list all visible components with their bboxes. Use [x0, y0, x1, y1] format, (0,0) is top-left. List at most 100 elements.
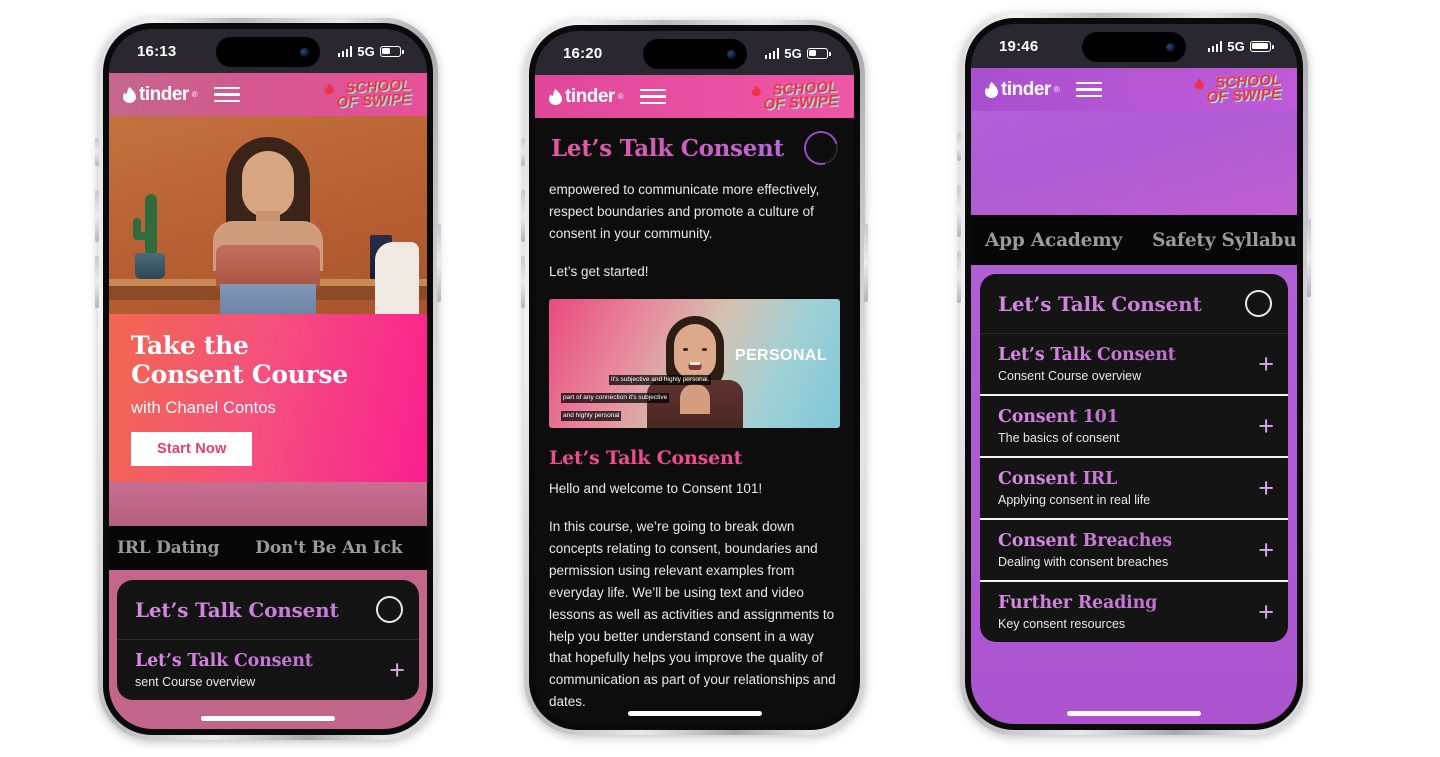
- phone2-volume-down-button[interactable]: [521, 256, 525, 308]
- accordion-row[interactable]: Let’s Talk Consent Consent Course overvi…: [980, 334, 1288, 396]
- accordion-row[interactable]: Consent Breaches Dealing with consent br…: [980, 520, 1288, 582]
- front-camera-icon: [726, 49, 736, 59]
- lesson-video-player[interactable]: PERSONAL it's subjective and highly pers…: [549, 299, 840, 429]
- phone-1: 16:13 5G tinder ® SCHOOL OF SWIPE Take t…: [95, 18, 441, 740]
- phone3-app-header: tinder ® SCHOOL OF SWIPE: [971, 68, 1297, 111]
- phone3-card-header: Let’s Talk Consent: [980, 274, 1288, 334]
- phone3-course-card: Let’s Talk Consent Let’s Talk Consent Co…: [980, 274, 1288, 642]
- home-indicator[interactable]: [1067, 711, 1201, 716]
- phone2-lesson-header: Let’s Talk Consent: [549, 118, 845, 179]
- phone1-gradient-spacer: [109, 482, 427, 526]
- sos-flame-icon: [1194, 77, 1204, 90]
- signal-bars-icon: [337, 45, 353, 57]
- signal-bars-icon: [1207, 40, 1223, 52]
- phone3-volume-down-button[interactable]: [957, 251, 961, 303]
- phone3-status-bar: 19:46 5G: [971, 24, 1297, 68]
- hero-title: Take the Consent Course: [131, 331, 405, 389]
- tab-app-academy[interactable]: App Academy: [985, 230, 1122, 251]
- video-caption-line-3: and highly personal: [561, 411, 622, 421]
- accordion-row-title: Consent IRL: [998, 469, 1150, 489]
- tinder-logo[interactable]: tinder ®: [123, 84, 198, 106]
- front-camera-icon: [300, 47, 309, 57]
- sos-flame-icon: [751, 84, 761, 97]
- accordion-row[interactable]: Consent 101 The basics of consent +: [980, 396, 1288, 458]
- phone1-tab-bar: IRL Dating Don't Be An Ick Da: [109, 526, 427, 570]
- accordion-row-desc: Applying consent in real life: [998, 493, 1151, 507]
- sos-line-2: OF SWIPE: [336, 90, 412, 112]
- signal-bars-icon: [764, 47, 780, 59]
- phone3-power-button[interactable]: [1307, 219, 1311, 297]
- phone1-mute-button[interactable]: [95, 138, 99, 166]
- hero-title-line-1: Take the: [131, 331, 249, 360]
- phone1-power-button[interactable]: [437, 224, 441, 302]
- phone3-mute-button[interactable]: [957, 133, 961, 161]
- phone2-volume-up-button[interactable]: [521, 190, 525, 242]
- menu-hamburger-icon[interactable]: [639, 88, 666, 105]
- progress-ring-icon: [797, 124, 845, 172]
- phone3-volume-up-button[interactable]: [957, 185, 961, 237]
- phone1-hero-image: [109, 116, 427, 314]
- menu-hamburger-icon[interactable]: [213, 86, 240, 103]
- home-indicator[interactable]: [627, 711, 762, 716]
- plus-icon[interactable]: +: [1258, 598, 1274, 626]
- dynamic-island: [642, 39, 747, 69]
- dynamic-island: [216, 37, 320, 67]
- phone1-status-indicators: 5G: [337, 43, 404, 59]
- phone2-welcome-line: Hello and welcome to Consent 101!: [549, 481, 763, 497]
- hero-title-line-2: Consent Course: [131, 359, 348, 389]
- video-overlay-word: PERSONAL: [734, 347, 827, 365]
- tinder-flame-icon: [985, 81, 998, 98]
- plus-icon[interactable]: +: [389, 656, 405, 684]
- hero-plant-pot: [135, 253, 165, 279]
- phone1-volume-down-button[interactable]: [95, 256, 99, 308]
- school-of-swipe-logo[interactable]: SCHOOL OF SWIPE: [324, 76, 415, 112]
- sos-line-2: OF SWIPE: [763, 92, 839, 114]
- plus-icon[interactable]: +: [1258, 474, 1274, 502]
- accordion-row-title: Consent 101: [998, 407, 1119, 427]
- tab-dont-be-an-ick[interactable]: Don't Be An Ick: [255, 538, 402, 558]
- plus-icon[interactable]: +: [1258, 536, 1274, 564]
- tinder-wordmark: tinder: [565, 85, 615, 107]
- accordion-row[interactable]: Consent IRL Applying consent in real lif…: [980, 458, 1288, 520]
- phone2-course-description: In this course, we’re going to break dow…: [549, 519, 836, 710]
- phone3-status-time: 19:46: [999, 37, 1039, 55]
- phone1-course-card: Let’s Talk Consent Let’s Talk Consent se…: [117, 580, 419, 700]
- tinder-registered-mark: ®: [1053, 85, 1060, 94]
- hero-chair: [375, 242, 419, 314]
- school-of-swipe-logo[interactable]: SCHOOL OF SWIPE: [751, 78, 842, 114]
- school-of-swipe-logo[interactable]: SCHOOL OF SWIPE: [1194, 71, 1285, 107]
- phone3-purple-banner: [971, 111, 1297, 215]
- phone2-power-button[interactable]: [864, 224, 868, 302]
- accordion-row-desc: Consent Course overview: [998, 369, 1142, 383]
- battery-icon: [807, 47, 831, 59]
- tinder-logo[interactable]: tinder ®: [985, 79, 1060, 101]
- phone2-intro-paragraph: empowered to communicate more effectivel…: [549, 182, 820, 241]
- video-captions: it's subjective and highly personal. par…: [549, 368, 840, 422]
- accordion-row[interactable]: Let’s Talk Consent sent Course overview …: [117, 640, 419, 700]
- phone1-volume-up-button[interactable]: [95, 190, 99, 242]
- phone2-get-started-line: Let’s get started!: [549, 263, 649, 279]
- phone1-network-label: 5G: [357, 43, 375, 59]
- tab-irl-dating[interactable]: IRL Dating: [117, 538, 219, 558]
- accordion-row-desc: sent Course overview: [135, 675, 256, 689]
- menu-hamburger-icon[interactable]: [1075, 81, 1102, 98]
- phone1-card-header: Let’s Talk Consent: [117, 580, 419, 640]
- progress-ring-icon: [1245, 290, 1272, 317]
- plus-icon[interactable]: +: [1258, 350, 1274, 378]
- tinder-registered-mark: ®: [191, 90, 198, 99]
- accordion-row-desc: The basics of consent: [998, 431, 1120, 445]
- accordion-row[interactable]: Further Reading Key consent resources +: [980, 582, 1288, 642]
- phone2-mute-button[interactable]: [521, 138, 525, 166]
- plus-icon[interactable]: +: [1258, 412, 1274, 440]
- phone1-status-bar: 16:13 5G: [109, 29, 427, 73]
- start-now-button[interactable]: Start Now: [131, 432, 253, 466]
- phone3-card-title: Let’s Talk Consent: [998, 291, 1202, 316]
- tinder-logo[interactable]: tinder ®: [549, 86, 624, 108]
- tab-safety-syllabus[interactable]: Safety Syllabus: [1152, 230, 1297, 251]
- front-camera-icon: [1166, 42, 1175, 52]
- sos-flame-icon: [324, 82, 334, 95]
- battery-icon: [1250, 40, 1274, 52]
- video-caption-line-1: it's subjective and highly personal.: [609, 375, 712, 385]
- phone3-status-indicators: 5G: [1207, 39, 1274, 54]
- home-indicator[interactable]: [201, 716, 335, 721]
